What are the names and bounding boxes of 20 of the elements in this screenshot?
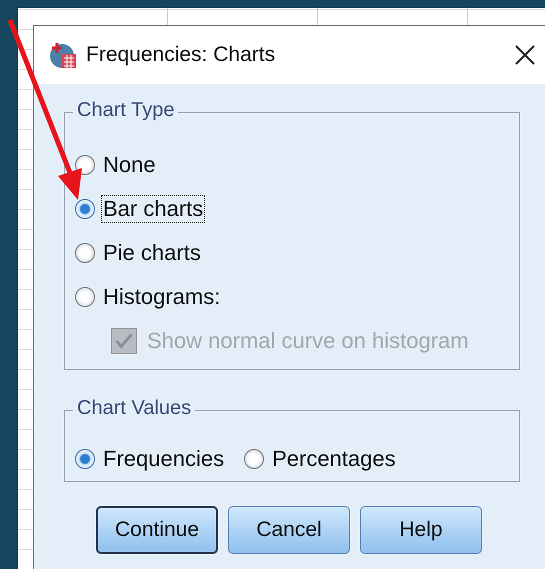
radio-button[interactable]: [75, 155, 95, 175]
radio-button[interactable]: [75, 199, 95, 219]
close-icon[interactable]: [514, 44, 536, 66]
radio-label: None: [102, 151, 157, 179]
radio-label: Pie charts: [102, 239, 202, 267]
app-icon: [48, 40, 78, 70]
radio-button[interactable]: [244, 449, 264, 469]
window-title: Frequencies: Charts: [86, 43, 276, 67]
checkbox-label: Show normal curve on histogram: [147, 328, 469, 354]
radio-label: Bar charts: [101, 195, 206, 223]
group-legend: Chart Type: [73, 99, 178, 122]
radio-button[interactable]: [75, 243, 95, 263]
radio-label: Percentages: [271, 445, 397, 473]
dialog-button[interactable]: Cancel: [228, 506, 350, 554]
radio-label: Frequencies: [102, 445, 226, 473]
dialog-button[interactable]: Continue: [96, 506, 218, 554]
dialog-button[interactable]: Help: [360, 506, 482, 554]
radio-button[interactable]: [75, 449, 95, 469]
radio-button[interactable]: [75, 287, 95, 307]
radio-label: Histograms:: [102, 283, 222, 311]
